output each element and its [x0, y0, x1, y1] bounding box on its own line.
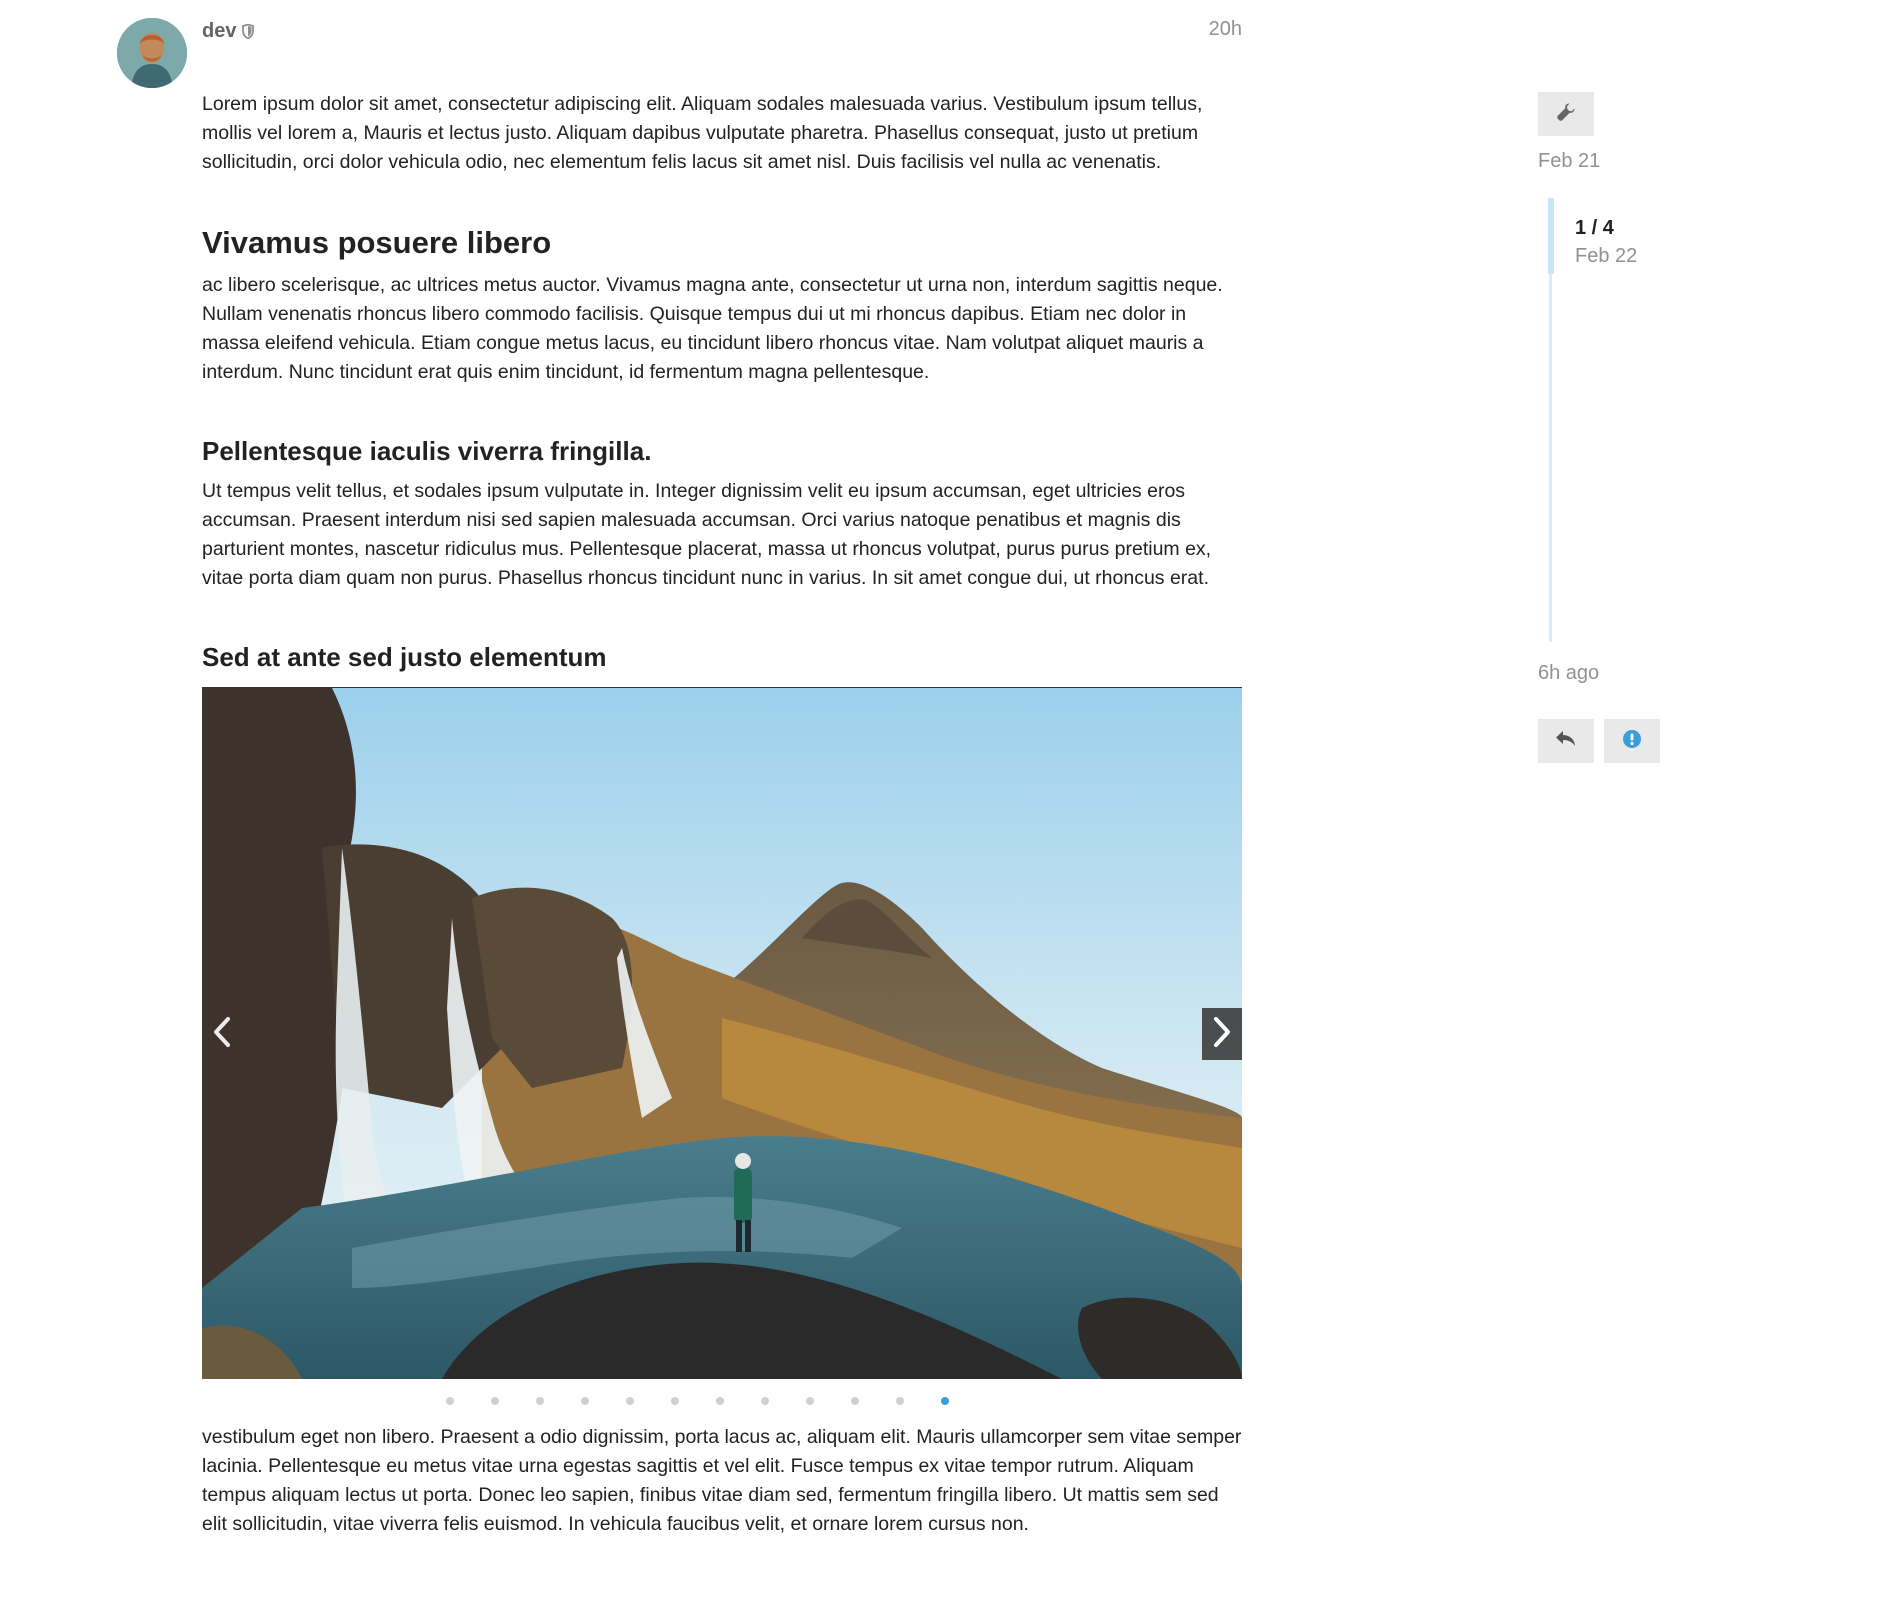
heading-vivamus: Vivamus posuere libero: [202, 225, 552, 260]
gallery-image-waterfall-landscape: [202, 688, 1242, 1379]
avatar[interactable]: [117, 18, 187, 88]
paragraph-section1: ac libero scelerisque, ac ultrices metus…: [202, 274, 1223, 383]
timeline-end-date[interactable]: 6h ago: [1538, 662, 1599, 685]
paragraph-intro: Lorem ipsum dolor sit amet, consectetur …: [202, 93, 1203, 173]
chevron-left-icon: [212, 1016, 232, 1053]
topic-timeline: Feb 21 1 / 4 Feb 22 6h ago: [1538, 92, 1738, 763]
timeline-post-count: 1 / 4: [1575, 217, 1614, 239]
timeline-post-date: Feb 22: [1575, 245, 1638, 267]
gallery-dot[interactable]: [760, 1397, 769, 1405]
post-content: Lorem ipsum dolor sit amet, consectetur …: [202, 90, 1242, 1539]
timeline-scroll-handle[interactable]: [1548, 198, 1554, 274]
paragraph-section2: Ut tempus velit tellus, et sodales ipsum…: [202, 480, 1212, 589]
gallery-dot[interactable]: [625, 1397, 634, 1405]
gallery-dot[interactable]: [940, 1397, 949, 1405]
gallery-dot[interactable]: [670, 1397, 679, 1405]
gallery-dot[interactable]: [490, 1397, 499, 1405]
timeline-start-date[interactable]: Feb 21: [1538, 150, 1738, 173]
gallery-prev-button[interactable]: [202, 1008, 242, 1060]
post-body: dev 20h Lorem ipsum dolor sit amet, cons…: [202, 18, 1242, 1539]
reply-icon: [1555, 729, 1577, 754]
reply-button[interactable]: [1538, 719, 1594, 763]
gallery-dot[interactable]: [445, 1397, 454, 1405]
timeline-actions: [1538, 719, 1660, 763]
heading-pellentesque: Pellentesque iaculis viverra fringilla.: [202, 436, 652, 466]
gallery-dot[interactable]: [580, 1397, 589, 1405]
wrench-icon: [1555, 101, 1577, 128]
admin-actions-button[interactable]: [1538, 92, 1594, 136]
gallery-dot[interactable]: [805, 1397, 814, 1405]
post-meta: dev 20h: [202, 18, 1242, 44]
gallery-dot[interactable]: [850, 1397, 859, 1405]
gallery-pagination: [152, 1379, 1242, 1423]
heading-sed-at-ante: Sed at ante sed justo elementum: [202, 642, 607, 672]
username[interactable]: dev: [202, 20, 236, 43]
exclamation-circle-icon: [1622, 729, 1642, 754]
gallery-dot[interactable]: [535, 1397, 544, 1405]
image-gallery: [202, 687, 1242, 1379]
paragraph-outro: vestibulum eget non libero. Praesent a o…: [202, 1426, 1242, 1535]
notifications-button[interactable]: [1604, 719, 1660, 763]
gallery-dot[interactable]: [715, 1397, 724, 1405]
gallery-dot[interactable]: [895, 1397, 904, 1405]
chevron-right-icon: [1212, 1016, 1232, 1053]
timeline-position: 1 / 4 Feb 22: [1575, 214, 1637, 270]
shield-icon: [242, 23, 255, 39]
gallery-next-button[interactable]: [1202, 1008, 1242, 1060]
post-date[interactable]: 20h: [1209, 18, 1242, 41]
